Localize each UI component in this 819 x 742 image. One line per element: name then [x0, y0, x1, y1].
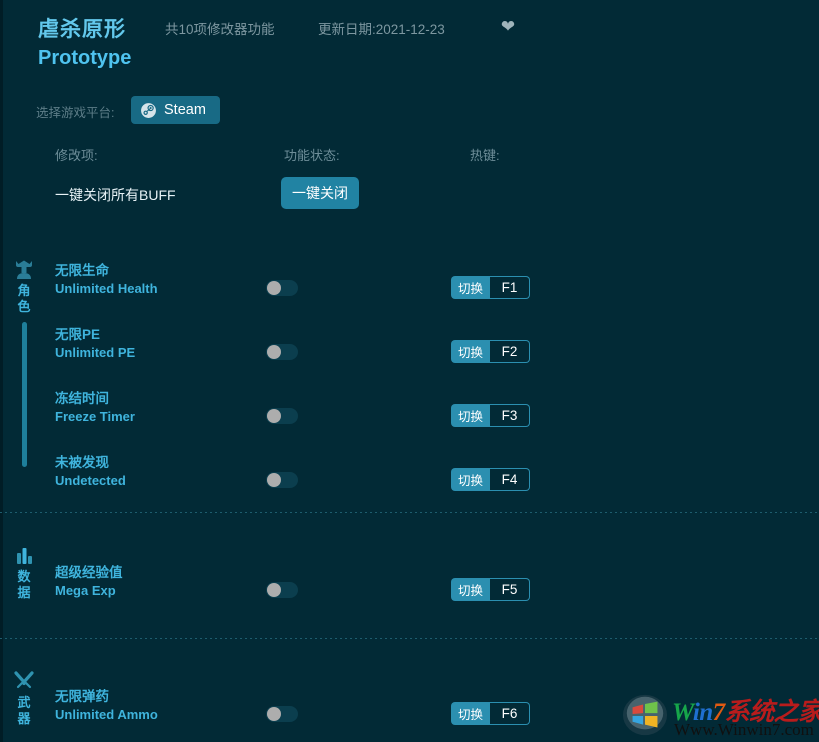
toggle-knob [267, 409, 281, 423]
cheat-label-en: Unlimited PE [55, 345, 136, 360]
cheat-toggle[interactable] [266, 582, 298, 598]
column-headers: 修改项: 功能状态: 热键: [0, 145, 819, 167]
section-separator-1 [0, 512, 819, 513]
platform-row: 选择游戏平台: Steam [0, 96, 819, 136]
cheat-label-en: Freeze Timer [55, 409, 135, 424]
toggle-knob [267, 345, 281, 359]
cheat-toggle[interactable] [266, 408, 298, 424]
hotkey-key-label: F2 [490, 340, 531, 363]
hotkey-key-label: F5 [490, 578, 531, 601]
cheat-label-group: 超级经验值 Mega Exp [55, 564, 123, 600]
cheat-hotkey[interactable]: 切换 F1 [451, 276, 531, 299]
cheat-toggle[interactable] [266, 280, 298, 296]
header: 虐杀原形 共10项修改器功能 更新日期:2021-12-23 ❤ Prototy… [0, 0, 819, 90]
cheat-hotkey[interactable]: 切换 F6 [451, 702, 531, 725]
update-date: 更新日期:2021-12-23 [318, 22, 445, 37]
cheat-label-cn: 无限PE [55, 327, 101, 342]
hotkey-action-label: 切换 [451, 702, 491, 725]
column-header-hotkey: 热键: [470, 148, 500, 163]
feature-count: 共10项修改器功能 [165, 22, 275, 37]
cheat-label-cn: 超级经验值 [55, 565, 123, 580]
hotkey-key-label: F6 [490, 702, 531, 725]
platform-steam-button[interactable]: Steam [131, 96, 220, 124]
cheat-row: 未被发现 Undetected 切换 F4 [0, 454, 819, 506]
hotkey-key-label: F4 [490, 468, 531, 491]
bar-chart-icon [17, 548, 32, 564]
cheat-label-en: Undetected [55, 473, 126, 488]
game-title-cn: 虐杀原形 [38, 18, 126, 41]
cheat-label-cn: 冻结时间 [55, 391, 109, 406]
hotkey-action-label: 切换 [451, 578, 491, 601]
hotkey-action-label: 切换 [451, 276, 491, 299]
cheat-toggle[interactable] [266, 344, 298, 360]
hotkey-key-label: F1 [490, 276, 531, 299]
cheat-label-cn: 未被发现 [55, 455, 109, 470]
cheat-hotkey[interactable]: 切换 F4 [451, 468, 531, 491]
column-header-status: 功能状态: [284, 148, 340, 163]
master-disable-label: 一键关闭所有BUFF [55, 187, 176, 203]
platform-selected-label: Steam [164, 102, 206, 118]
cheat-toggle[interactable] [266, 472, 298, 488]
hotkey-key-label: F3 [490, 404, 531, 427]
cheat-label-cn: 无限弹药 [55, 689, 109, 704]
cheat-toggle[interactable] [266, 706, 298, 722]
cheat-row: 冻结时间 Freeze Timer 切换 F3 [0, 390, 819, 442]
cheat-hotkey[interactable]: 切换 F5 [451, 578, 531, 601]
master-disable-button[interactable]: 一键关闭 [281, 177, 359, 209]
cheat-label-group: 冻结时间 Freeze Timer [55, 390, 135, 426]
heart-icon[interactable]: ❤ [498, 17, 518, 37]
cheat-hotkey[interactable]: 切换 F2 [451, 340, 531, 363]
master-disable-row: 一键关闭所有BUFF 一键关闭 [0, 175, 819, 221]
steam-icon [140, 101, 157, 119]
column-header-item: 修改项: [55, 148, 98, 163]
cheat-label-group: 未被发现 Undetected [55, 454, 126, 490]
cheat-row: 超级经验值 Mega Exp 切换 F5 [0, 564, 819, 616]
section-separator-2 [0, 638, 819, 639]
cheat-hotkey[interactable]: 切换 F3 [451, 404, 531, 427]
cheat-label-en: Unlimited Health [55, 281, 158, 296]
trainer-window: 虐杀原形 共10项修改器功能 更新日期:2021-12-23 ❤ Prototy… [0, 0, 819, 742]
toggle-knob [267, 707, 281, 721]
cheat-label-group: 无限PE Unlimited PE [55, 326, 135, 362]
cheat-row: 无限弹药 Unlimited Ammo 切换 F6 [0, 688, 819, 740]
cheat-row: 无限PE Unlimited PE 切换 F2 [0, 326, 819, 378]
cheat-label-group: 无限生命 Unlimited Health [55, 262, 158, 298]
game-title-en: Prototype [38, 47, 132, 69]
platform-label: 选择游戏平台: [36, 106, 115, 120]
cheat-label-group: 无限弹药 Unlimited Ammo [55, 688, 158, 724]
cheat-label-cn: 无限生命 [55, 263, 109, 278]
cheat-label-en: Unlimited Ammo [55, 707, 158, 722]
hotkey-action-label: 切换 [451, 340, 491, 363]
toggle-knob [267, 281, 281, 295]
cheat-label-en: Mega Exp [55, 583, 116, 598]
toggle-knob [267, 583, 281, 597]
cheat-row: 无限生命 Unlimited Health 切换 F1 [0, 262, 819, 314]
hotkey-action-label: 切换 [451, 468, 491, 491]
toggle-knob [267, 473, 281, 487]
hotkey-action-label: 切换 [451, 404, 491, 427]
